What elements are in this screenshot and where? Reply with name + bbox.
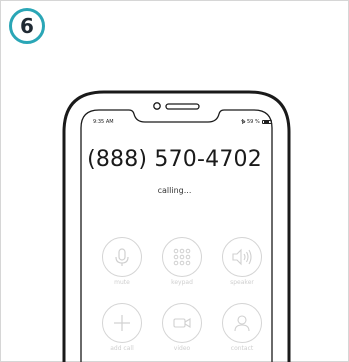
- battery-percent: 59 %: [247, 119, 260, 125]
- call-status: calling...: [157, 186, 192, 195]
- video-button[interactable]: [162, 303, 202, 343]
- camera-icon: [153, 102, 161, 110]
- microphone-icon: [115, 248, 129, 266]
- status-time: 9:35 AM: [93, 119, 114, 125]
- mute-label: mute: [114, 279, 130, 286]
- plus-icon: [114, 315, 130, 331]
- contact-label: contact: [230, 345, 254, 352]
- add-call-button[interactable]: [102, 303, 142, 343]
- illustration: 6 9:35 AM 59 % (888) 570-4702 calling...…: [0, 0, 349, 362]
- status-right: 59 %: [247, 119, 272, 125]
- battery-icon: [261, 120, 272, 124]
- add-call-label: add call: [110, 345, 134, 352]
- contact-icon: [234, 315, 250, 332]
- speaker-button[interactable]: [222, 237, 262, 277]
- mute-button[interactable]: [102, 237, 142, 277]
- speaker-icon: [232, 248, 252, 266]
- video-camera-icon: [173, 318, 191, 328]
- phone-number: (888) 570-4702: [87, 147, 262, 172]
- keypad-icon: [173, 248, 191, 266]
- bluetooth-icon: [241, 119, 246, 124]
- speaker-label: speaker: [230, 279, 254, 286]
- video-label: video: [173, 345, 191, 352]
- keypad-button[interactable]: [162, 237, 202, 277]
- keypad-label: keypad: [171, 279, 193, 286]
- contact-button[interactable]: [222, 303, 262, 343]
- earpiece-slot: [165, 103, 200, 110]
